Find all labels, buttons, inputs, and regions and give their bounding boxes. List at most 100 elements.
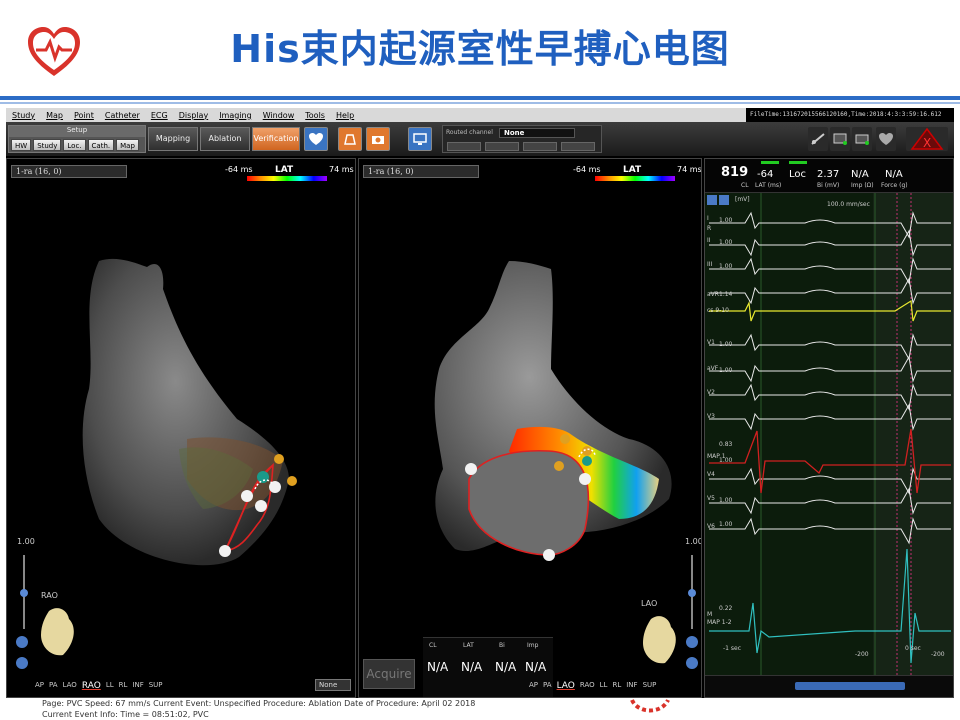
zoom-buttons-icon[interactable] xyxy=(15,635,29,671)
acquire-button[interactable]: Acquire xyxy=(363,659,415,689)
verification-button[interactable]: Verification xyxy=(252,127,300,151)
view-ll[interactable]: LL xyxy=(600,681,608,691)
lat-min-label: -64 ms xyxy=(225,165,253,174)
routed-slot-3[interactable] xyxy=(523,142,557,151)
cath-button[interactable]: Cath. xyxy=(87,139,115,151)
lat-max-label: 74 ms xyxy=(677,165,702,174)
time-label-1: -1 sec xyxy=(723,645,742,652)
routed-slot-1[interactable] xyxy=(447,142,481,151)
add-heart-icon[interactable] xyxy=(304,127,328,151)
view-ap[interactable]: AP xyxy=(35,681,44,691)
menu-catheter[interactable]: Catheter xyxy=(105,111,140,120)
map-panel-rao[interactable]: 1-ra (16, 0) -64 ms LAT 74 ms 1.00 RAO A… xyxy=(6,158,356,698)
lat-gradient xyxy=(247,176,327,181)
title-divider xyxy=(0,96,960,100)
menu-ecg[interactable]: ECG xyxy=(151,111,168,120)
gain-iii: 1.00 xyxy=(719,263,733,270)
lead-avr: aVR xyxy=(707,291,719,298)
loc-label: Loc xyxy=(789,169,807,180)
view-lao[interactable]: LAO xyxy=(63,681,77,691)
loc-button[interactable]: Loc. xyxy=(63,139,86,151)
view-inf[interactable]: INF xyxy=(132,681,143,691)
menu-point[interactable]: Point xyxy=(74,111,94,120)
gain-v6: 1.00 xyxy=(719,521,733,528)
bi-value: 2.37 xyxy=(817,169,840,180)
gain-v4: 1.00 xyxy=(719,457,733,464)
mapping-button[interactable]: Mapping xyxy=(148,127,198,151)
lead-avf: aVF xyxy=(707,365,719,372)
lead-m: M xyxy=(707,611,713,618)
lead-cs: cs 9-10 xyxy=(707,307,729,314)
map-panel-lao[interactable]: 1-ra (16, 0) -64 ms LAT 74 ms 1.00 LAO A… xyxy=(358,158,702,698)
menu-help[interactable]: Help xyxy=(336,111,354,120)
cl-label: CL xyxy=(741,182,749,189)
lat-gradient xyxy=(595,176,675,181)
lao-3d-map[interactable] xyxy=(359,189,702,619)
view-lao[interactable]: LAO xyxy=(557,681,575,691)
ablation-button[interactable]: Ablation xyxy=(200,127,250,151)
view-inf[interactable]: INF xyxy=(626,681,637,691)
view-tabs: AP PA LAO RAO LL RL INF SUP xyxy=(35,681,163,691)
view-rao[interactable]: RAO xyxy=(580,681,595,691)
lead-iii: III xyxy=(707,261,713,268)
camera-icon[interactable] xyxy=(366,127,390,151)
force-label: Force (g) xyxy=(881,182,908,189)
ecg-waveforms xyxy=(709,193,953,677)
lead-r: R xyxy=(707,225,712,232)
routed-slot-4[interactable] xyxy=(561,142,595,151)
time-label-4: 0 sec xyxy=(905,645,921,652)
menu-tools[interactable]: Tools xyxy=(305,111,325,120)
zoom-buttons-icon[interactable] xyxy=(685,635,699,671)
zoom-slider[interactable] xyxy=(17,551,31,631)
map-select[interactable]: 1-ra (16, 0) xyxy=(11,165,127,178)
cl-header: CL xyxy=(429,642,437,649)
view-sup[interactable]: SUP xyxy=(643,681,657,691)
hw-button[interactable]: HW xyxy=(11,139,32,151)
gain-avf: 1.00 xyxy=(719,367,733,374)
view-pa[interactable]: PA xyxy=(543,681,552,691)
view-sup[interactable]: SUP xyxy=(149,681,163,691)
study-button[interactable]: Study xyxy=(33,139,62,151)
slider-value: 1.00 xyxy=(685,537,702,546)
time-label-3: -200 xyxy=(931,651,945,658)
routed-channel-select[interactable]: None xyxy=(499,128,575,138)
menu-study[interactable]: Study xyxy=(12,111,35,120)
menu-map[interactable]: Map xyxy=(46,111,63,120)
menu-display[interactable]: Display xyxy=(179,111,209,120)
view-rl[interactable]: RL xyxy=(119,681,128,691)
gain-i: 1.00 xyxy=(719,217,733,224)
view-ap[interactable]: AP xyxy=(529,681,538,691)
lat-indicator xyxy=(761,161,779,164)
view-ll[interactable]: LL xyxy=(106,681,114,691)
svg-text:X: X xyxy=(923,136,931,150)
map-button[interactable]: Map xyxy=(116,139,139,151)
screen-icon[interactable] xyxy=(408,127,432,151)
rao-3d-map[interactable] xyxy=(7,189,356,629)
lead-v1: V1 xyxy=(707,339,715,346)
ecg-panel: 819 CL -64 LAT (ms) Loc 2.37 Bi (mV) N/A… xyxy=(704,158,954,698)
ecg-scrollbar[interactable] xyxy=(705,675,953,697)
view-pa[interactable]: PA xyxy=(49,681,58,691)
lat-title: LAT xyxy=(623,165,642,175)
time-label-2: -200 xyxy=(855,651,869,658)
lead-map12: MAP 1-2 xyxy=(707,619,732,626)
routed-channel: Routed channel None xyxy=(442,125,602,153)
menu-window[interactable]: Window xyxy=(263,111,295,120)
view-rao[interactable]: RAO xyxy=(82,681,101,691)
menu-imaging[interactable]: Imaging xyxy=(219,111,252,120)
ecg-header: 819 CL -64 LAT (ms) Loc 2.37 Bi (mV) N/A… xyxy=(705,159,953,193)
lead-v3: V3 xyxy=(707,413,715,420)
map-select[interactable]: 1-ra (16, 0) xyxy=(363,165,479,178)
view-rl[interactable]: RL xyxy=(612,681,621,691)
scroll-thumb[interactable] xyxy=(795,682,905,690)
imp-header: Imp xyxy=(527,642,539,649)
shape-icon[interactable] xyxy=(338,127,362,151)
lat-label: LAT (ms) xyxy=(755,182,782,189)
menu-bar: Study Map Point Catheter ECG Display Ima… xyxy=(6,108,746,122)
routed-slot-2[interactable] xyxy=(485,142,519,151)
dashed-arc-icon xyxy=(630,698,670,713)
heart-orientation-icon xyxy=(41,608,74,656)
display-select[interactable]: None xyxy=(315,679,351,691)
imp-label: Imp (Ω) xyxy=(851,182,874,189)
zoom-slider[interactable] xyxy=(685,551,699,631)
